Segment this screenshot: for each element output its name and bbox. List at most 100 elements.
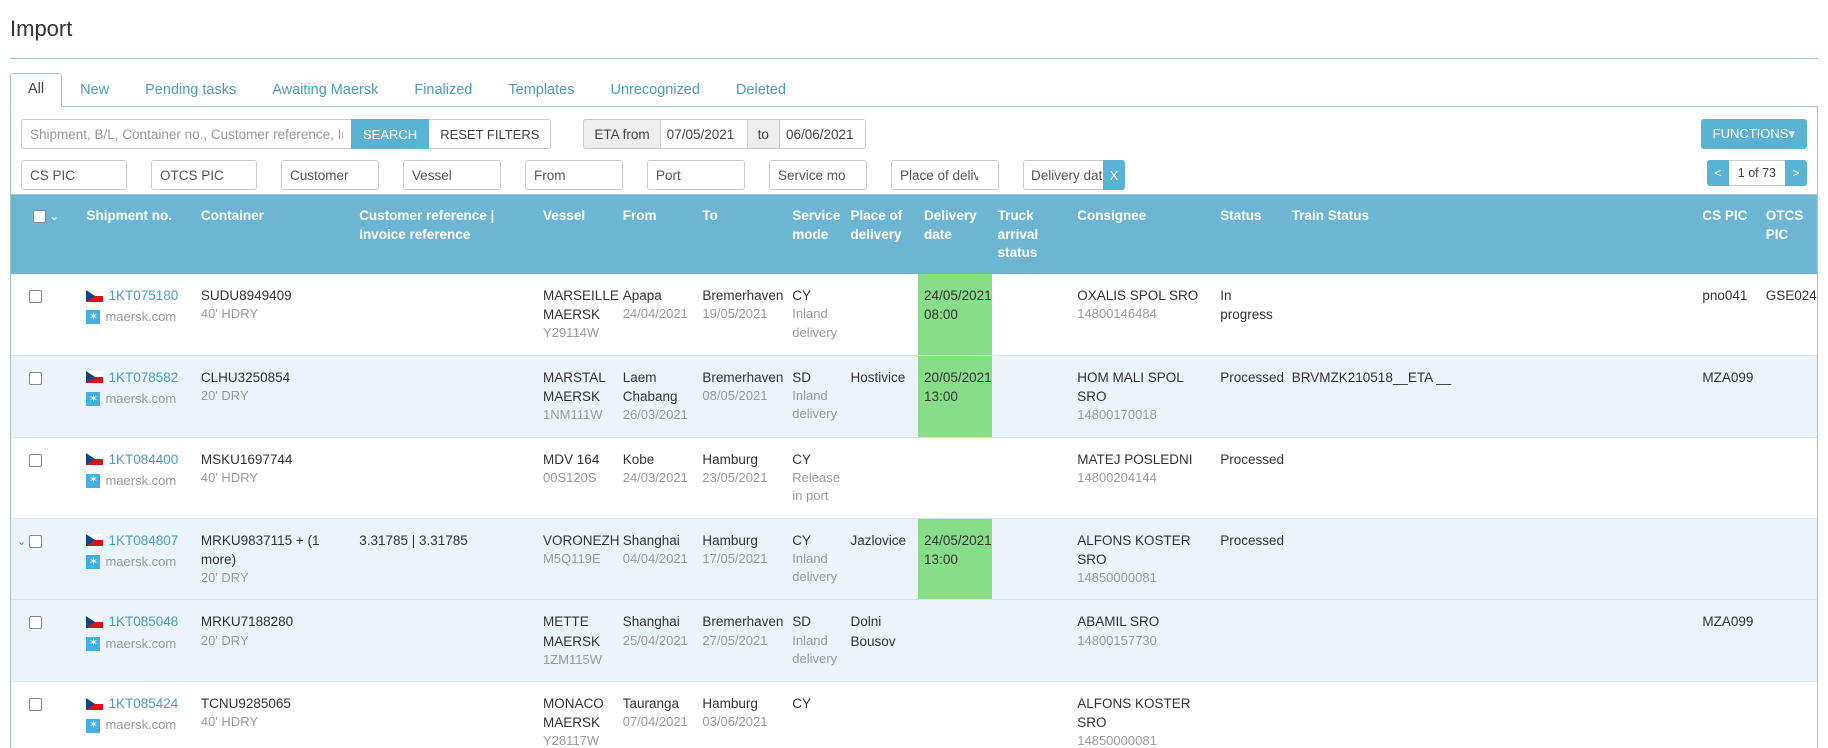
row-checkbox[interactable] — [29, 453, 42, 467]
tab-new[interactable]: New — [62, 74, 127, 107]
cell-container: CLHU3250854 20' DRY — [194, 355, 354, 438]
row-checkbox[interactable] — [29, 371, 42, 385]
row-checkbox[interactable] — [29, 289, 42, 303]
select-all-checkbox[interactable] — [33, 210, 46, 224]
row-checkbox[interactable] — [29, 534, 42, 548]
source-line: ✶ maersk.com — [86, 390, 188, 408]
otcs-pic-filter[interactable]: OTCS PIC — [151, 160, 257, 191]
shipment-link-line: 1KT078582 — [86, 368, 188, 387]
tab-awaiting-maersk[interactable]: Awaiting Maersk — [254, 74, 396, 107]
header-train-status[interactable]: Train Status — [1285, 195, 1697, 275]
cell-train-status: BRVMZK210518__ETA __ — [1285, 355, 1697, 438]
reset-filters-button[interactable]: RESET FILTERS — [429, 119, 552, 150]
close-icon[interactable]: X — [1103, 160, 1125, 191]
cell-subtext: 14800204144 — [1077, 469, 1157, 485]
tab-pending-tasks[interactable]: Pending tasks — [127, 74, 254, 107]
header-container[interactable]: Container — [194, 195, 354, 275]
cell-subtext: Y29114W — [543, 325, 600, 341]
header-place-of-delivery[interactable]: Place of delivery — [844, 195, 919, 275]
from-filter[interactable]: From — [525, 160, 623, 191]
header-vessel[interactable]: Vessel — [537, 195, 617, 275]
row-checkbox[interactable] — [29, 698, 42, 712]
shipment-link-line: 1KT085424 — [86, 694, 188, 713]
table-row[interactable]: 1KT085048 ✶ maersk.com MRKU7188280 20' DRY ME… — [11, 599, 1817, 683]
source-label: maersk.com — [105, 553, 177, 569]
header-truck-arrival-line3: status — [997, 244, 1038, 260]
cell-delivery-date — [918, 599, 992, 683]
search-input[interactable] — [21, 119, 351, 150]
flag-cz-icon — [86, 453, 104, 466]
header-service-mode[interactable]: Service mode — [786, 195, 845, 275]
tab-templates[interactable]: Templates — [490, 74, 592, 107]
tab-all[interactable]: All — [10, 73, 63, 108]
cell-otcs-pic: GSE024 — [1759, 274, 1817, 356]
header-consignee[interactable]: Consignee — [1071, 195, 1215, 275]
header-truck-arrival-status[interactable]: Truck arrival status — [991, 195, 1072, 275]
delivery-date-chip-label[interactable]: Delivery date — [1023, 160, 1103, 191]
table-row[interactable]: 1KT084400 ✶ maersk.com MSKU1697744 40' HDRY M… — [11, 437, 1817, 519]
source-label: maersk.com — [105, 717, 177, 733]
cell-service-mode: SD Inland delivery — [786, 355, 845, 438]
shipment-no-link[interactable]: 1KT075180 — [108, 286, 178, 305]
shipment-no-link[interactable]: 1KT085048 — [108, 612, 178, 631]
cs-pic-filter-wrap: CS PIC — [21, 160, 127, 191]
header-from[interactable]: From — [616, 195, 697, 275]
functions-button-label: FUNCTIONS — [1712, 126, 1789, 142]
eta-from-input[interactable] — [660, 119, 747, 150]
header-otcs-pic-line1: OTCS — [1765, 208, 1804, 224]
header-status[interactable]: Status — [1214, 195, 1286, 275]
service-mode-filter[interactable]: Service mode — [769, 160, 867, 191]
search-button[interactable]: SEARCH — [351, 119, 430, 150]
cs-pic-filter[interactable]: CS PIC — [21, 160, 127, 191]
sort-chevron-icon[interactable]: ⌄ — [50, 210, 64, 225]
table-row[interactable]: 1KT078582 ✶ maersk.com CLHU3250854 20' DRY MA… — [11, 355, 1817, 438]
customer-filter[interactable]: Customer — [281, 160, 379, 191]
cell-subtext: 14800157730 — [1077, 632, 1157, 648]
expand-row-icon[interactable]: ⌄ — [17, 535, 29, 551]
cell-cs-pic — [1696, 518, 1760, 601]
cell-subtext: 40' HDRY — [200, 306, 259, 322]
table-row[interactable]: ⌄ 1KT084807 ✶ maersk.com MRKU9837115 + (1 mo… — [11, 518, 1817, 601]
header-customer-reference[interactable]: Customer reference | Invoice reference — [353, 195, 538, 275]
cell-service-mode: CY Inland delivery — [786, 274, 845, 356]
cell-subtext: 14800146484 — [1077, 306, 1157, 322]
page-indicator: 1 of 73 — [1728, 160, 1785, 187]
header-to[interactable]: To — [696, 195, 787, 275]
cell-subtext: Inland delivery — [792, 387, 838, 422]
shipment-no-link[interactable]: 1KT078582 — [108, 368, 178, 387]
functions-button[interactable]: FUNCTIONS▾ — [1700, 119, 1807, 150]
vessel-filter[interactable]: Vessel — [403, 160, 501, 191]
shipment-no-link[interactable]: 1KT084400 — [108, 450, 178, 469]
header-shipment-no[interactable]: Shipment no. — [80, 195, 195, 275]
place-of-delivery-filter[interactable]: Place of deliv — [891, 160, 999, 191]
header-cs-pic[interactable]: CS PIC — [1696, 195, 1760, 275]
shipment-no-link[interactable]: 1KT084807 — [108, 531, 178, 550]
cell-truck-arrival-status — [991, 437, 1072, 519]
header-otcs-pic[interactable]: OTCS PIC — [1759, 195, 1817, 275]
tab-unrecognized[interactable]: Unrecognized — [592, 74, 717, 107]
filter-row-selects: CS PIC OTCS PIC Customer Vessel From Por… — [21, 160, 1807, 191]
eta-to-label: to — [746, 119, 780, 150]
cell-subtext: 20' DRY — [200, 632, 249, 648]
header-delivery-date[interactable]: Delivery date — [918, 195, 992, 275]
flag-cz-icon — [86, 534, 104, 547]
filter-panel: SEARCH RESET FILTERS ETA from to FUNCTIO… — [10, 107, 1818, 196]
port-filter[interactable]: Port — [647, 160, 745, 191]
tab-deleted[interactable]: Deleted — [718, 74, 804, 107]
cell-truck-arrival-status — [991, 274, 1072, 356]
table-row[interactable]: 1KT085424 ✶ maersk.com TCNU9285065 40' HDRY M… — [11, 681, 1817, 748]
shipment-no-link[interactable]: 1KT085424 — [108, 694, 178, 713]
cell-place-of-delivery: Hostivice — [844, 355, 919, 438]
next-page-button[interactable]: > — [1785, 160, 1807, 187]
service-mode-filter-wrap: Service mode — [769, 160, 867, 191]
prev-page-button[interactable]: < — [1706, 160, 1729, 187]
delivery-date-filter-chip: Delivery date X — [1023, 160, 1125, 191]
cell-to: Bremerhaven 27/05/2021 — [696, 599, 787, 683]
eta-to-input[interactable] — [779, 119, 866, 150]
cell-consignee: HOM MALI SPOL SRO 14800170018 — [1071, 355, 1215, 438]
tab-finalized[interactable]: Finalized — [396, 74, 490, 107]
table-row[interactable]: 1KT075180 ✶ maersk.com SUDU8949409 40' HDRY M… — [11, 274, 1817, 356]
cell-shipment-no: 1KT085048 ✶ maersk.com — [80, 599, 195, 683]
maersk-star-icon: ✶ — [86, 636, 101, 651]
row-checkbox[interactable] — [29, 616, 42, 630]
